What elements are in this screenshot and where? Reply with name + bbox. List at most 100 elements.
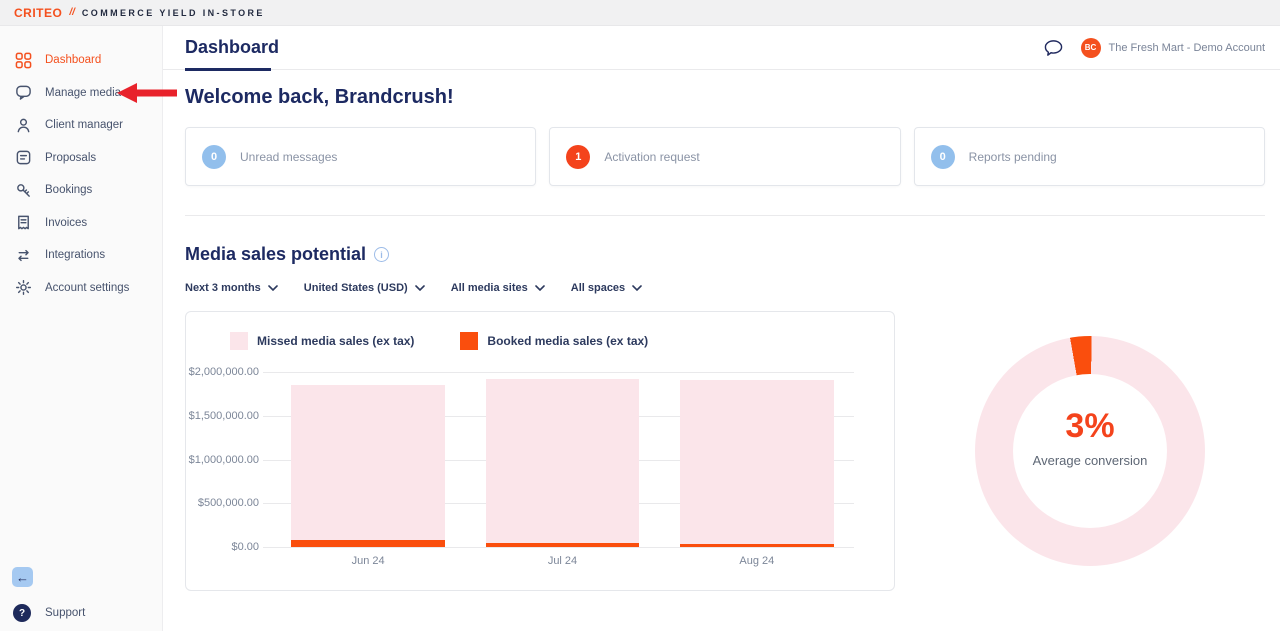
media-section-header: Media sales potential i bbox=[185, 244, 1265, 265]
chart-row: Missed media sales (ex tax) Booked media… bbox=[185, 311, 1265, 591]
person-icon bbox=[15, 117, 32, 134]
chat-bubble-icon bbox=[15, 84, 32, 101]
filter-label: Next 3 months bbox=[185, 282, 261, 294]
account-name: The Fresh Mart - Demo Account bbox=[1109, 42, 1266, 54]
welcome-heading: Welcome back, Brandcrush! bbox=[185, 86, 1265, 114]
app-bar: CRITEO // COMMERCE YIELD IN-STORE bbox=[0, 0, 1280, 26]
bar-group bbox=[271, 372, 465, 547]
bar-chart-card: Missed media sales (ex tax) Booked media… bbox=[185, 311, 895, 591]
sidebar-nav: Dashboard Manage media Client manager Pr… bbox=[0, 26, 162, 304]
sidebar-item-dashboard[interactable]: Dashboard bbox=[0, 44, 162, 77]
bar-stack bbox=[291, 385, 445, 547]
gridline bbox=[263, 547, 854, 548]
filter-label: All spaces bbox=[571, 282, 625, 294]
bar-stack bbox=[680, 380, 834, 547]
info-icon[interactable]: i bbox=[374, 247, 389, 262]
x-axis-tick-label: Jul 24 bbox=[465, 555, 659, 567]
section-title: Media sales potential bbox=[185, 244, 366, 265]
legend-item-missed: Missed media sales (ex tax) bbox=[230, 332, 414, 350]
sidebar-item-integrations[interactable]: Integrations bbox=[0, 239, 162, 272]
legend-swatch-pink bbox=[230, 332, 248, 350]
sidebar-item-client-manager[interactable]: Client manager bbox=[0, 109, 162, 142]
x-axis-tick-label: Aug 24 bbox=[660, 555, 854, 567]
chevron-down-icon bbox=[535, 285, 545, 291]
sidebar-item-invoices[interactable]: Invoices bbox=[0, 207, 162, 240]
legend-item-booked: Booked media sales (ex tax) bbox=[460, 332, 648, 350]
donut-hole: 3% Average conversion bbox=[1013, 374, 1167, 528]
filter-country-currency[interactable]: United States (USD) bbox=[304, 282, 425, 294]
chevron-down-icon bbox=[632, 285, 642, 291]
account-menu[interactable]: BC The Fresh Mart - Demo Account bbox=[1081, 38, 1266, 58]
sidebar-item-proposals[interactable]: Proposals bbox=[0, 142, 162, 175]
chat-bubble-icon[interactable] bbox=[1044, 39, 1063, 57]
y-axis-tick-label: $2,000,000.00 bbox=[189, 366, 259, 378]
stat-card-activation-request[interactable]: 1 Activation request bbox=[549, 127, 900, 186]
sidebar-item-label: Client manager bbox=[45, 119, 123, 131]
sidebar-item-label: Proposals bbox=[45, 152, 96, 164]
document-icon bbox=[15, 149, 32, 166]
sidebar-item-label: Bookings bbox=[45, 184, 92, 196]
content: Welcome back, Brandcrush! 0 Unread messa… bbox=[163, 70, 1280, 591]
active-tab-indicator bbox=[185, 68, 271, 71]
bars bbox=[271, 372, 854, 547]
stat-card-unread-messages[interactable]: 0 Unread messages bbox=[185, 127, 536, 186]
filter-media-sites[interactable]: All media sites bbox=[451, 282, 545, 294]
legend-label: Booked media sales (ex tax) bbox=[487, 334, 648, 348]
chevron-down-icon bbox=[415, 285, 425, 291]
filters-row: Next 3 months United States (USD) All me… bbox=[185, 282, 1265, 294]
filter-label: United States (USD) bbox=[304, 282, 408, 294]
stat-badge: 0 bbox=[202, 145, 226, 169]
bar-group bbox=[465, 372, 659, 547]
donut-value: 3% bbox=[1065, 407, 1114, 446]
stat-card-reports-pending[interactable]: 0 Reports pending bbox=[914, 127, 1265, 186]
sidebar-item-label: Account settings bbox=[45, 282, 129, 294]
avatar: BC bbox=[1081, 38, 1101, 58]
sidebar-item-label: Dashboard bbox=[45, 54, 101, 66]
bar-segment-missed bbox=[486, 379, 640, 543]
stat-badge: 1 bbox=[566, 145, 590, 169]
filter-spaces[interactable]: All spaces bbox=[571, 282, 642, 294]
sidebar-collapse-button[interactable]: ← bbox=[12, 567, 33, 587]
bar-stack bbox=[486, 379, 640, 547]
legend-swatch-orange bbox=[460, 332, 478, 350]
donut-chart: 3% Average conversion bbox=[975, 336, 1205, 566]
stat-badge: 0 bbox=[931, 145, 955, 169]
sidebar-item-label: Manage media bbox=[45, 87, 121, 99]
main-area: Dashboard BC The Fresh Mart - Demo Accou… bbox=[163, 26, 1280, 631]
grid-icon bbox=[15, 52, 32, 69]
sidebar: Dashboard Manage media Client manager Pr… bbox=[0, 26, 163, 631]
y-axis-tick-label: $500,000.00 bbox=[198, 497, 259, 509]
bar-segment-booked bbox=[486, 543, 640, 547]
support-label: Support bbox=[45, 607, 85, 619]
x-axis-tick-label: Jun 24 bbox=[271, 555, 465, 567]
sidebar-item-bookings[interactable]: Bookings bbox=[0, 174, 162, 207]
product-name: COMMERCE YIELD IN-STORE bbox=[82, 8, 265, 18]
page-title: Dashboard bbox=[185, 37, 279, 58]
chart-legend: Missed media sales (ex tax) Booked media… bbox=[186, 332, 894, 350]
question-mark-icon: ? bbox=[13, 604, 31, 622]
section-divider bbox=[185, 215, 1265, 216]
key-icon bbox=[15, 182, 32, 199]
sidebar-item-account-settings[interactable]: Account settings bbox=[0, 272, 162, 305]
bar-segment-missed bbox=[291, 385, 445, 541]
x-axis-labels: Jun 24Jul 24Aug 24 bbox=[271, 555, 854, 567]
plot-wrap: $2,000,000.00$1,500,000.00$1,000,000.00$… bbox=[186, 372, 894, 567]
filter-label: All media sites bbox=[451, 282, 528, 294]
header-right: BC The Fresh Mart - Demo Account bbox=[1044, 38, 1266, 58]
sidebar-item-manage-media[interactable]: Manage media bbox=[0, 77, 162, 110]
filter-date-range[interactable]: Next 3 months bbox=[185, 282, 278, 294]
y-axis-tick-label: $1,000,000.00 bbox=[189, 454, 259, 466]
stat-label: Reports pending bbox=[969, 150, 1057, 164]
receipt-icon bbox=[15, 214, 32, 231]
support-button[interactable]: ? Support bbox=[13, 604, 85, 622]
legend-label: Missed media sales (ex tax) bbox=[257, 334, 414, 348]
y-axis-tick-label: $1,500,000.00 bbox=[189, 410, 259, 422]
sidebar-item-label: Invoices bbox=[45, 217, 87, 229]
sidebar-item-label: Integrations bbox=[45, 249, 105, 261]
back-arrow-icon: ← bbox=[16, 570, 29, 585]
gear-icon bbox=[15, 279, 32, 296]
y-axis-tick-label: $0.00 bbox=[231, 541, 259, 553]
bar-segment-missed bbox=[680, 380, 834, 545]
chevron-down-icon bbox=[268, 285, 278, 291]
stat-label: Activation request bbox=[604, 150, 699, 164]
